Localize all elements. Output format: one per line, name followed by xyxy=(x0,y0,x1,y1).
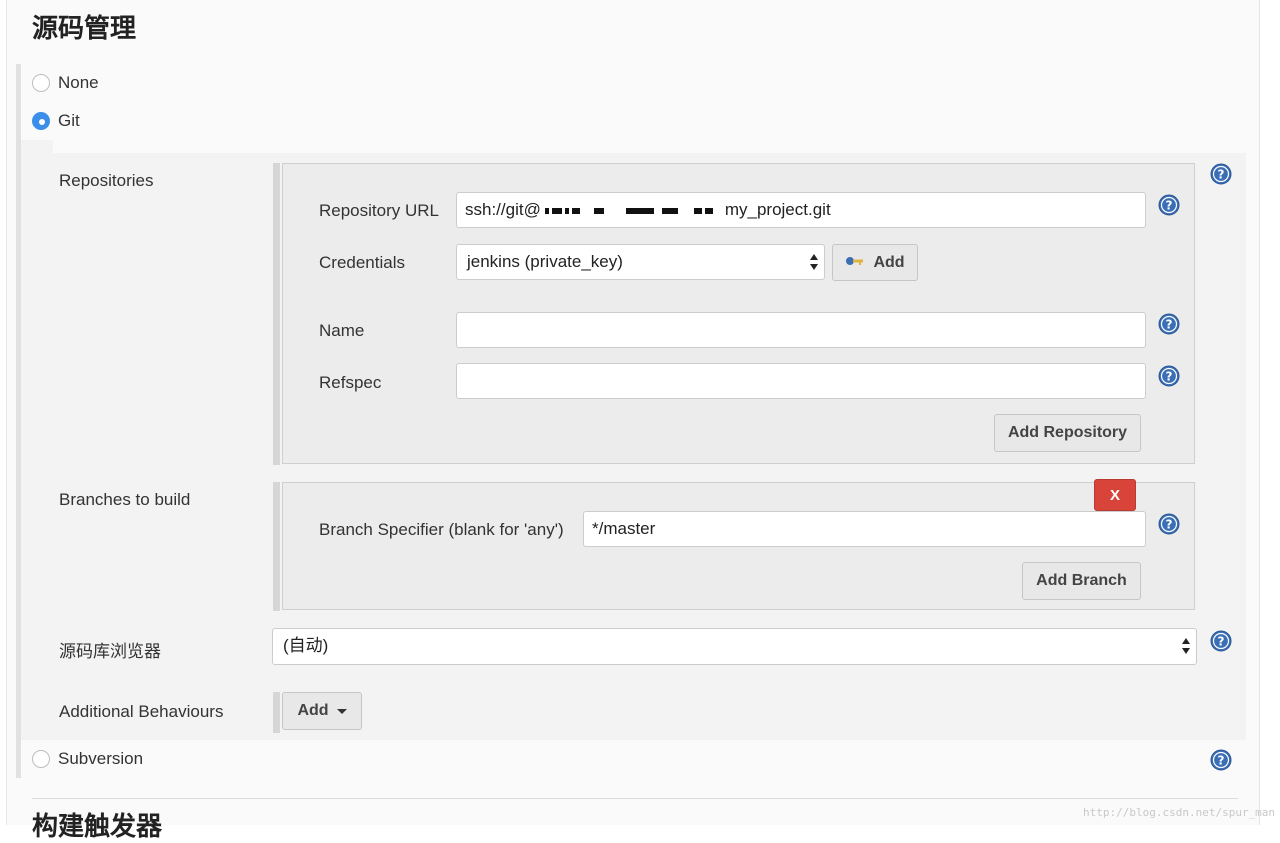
radio-none-label: None xyxy=(58,73,99,92)
svg-text:?: ? xyxy=(1218,168,1225,182)
radio-subversion-circle[interactable] xyxy=(32,750,50,768)
behaviours-bar xyxy=(273,692,280,733)
branches-label: Branches to build xyxy=(59,490,191,509)
subversion-help-icon[interactable]: ? xyxy=(1210,749,1232,771)
help-icon[interactable]: ? xyxy=(1158,194,1180,216)
name-input[interactable] xyxy=(456,312,1146,348)
add-behaviour-label: Add xyxy=(297,702,329,719)
repository-url-redacted xyxy=(541,193,725,227)
caret-down-icon xyxy=(336,708,347,714)
svg-text:?: ? xyxy=(1218,754,1225,768)
scm-radio-git[interactable]: Git xyxy=(32,111,80,131)
radio-git-label: Git xyxy=(58,111,80,130)
refspec-label: Refspec xyxy=(319,373,382,392)
help-icon[interactable]: ? xyxy=(1158,365,1180,387)
branch-specifier-label: Branch Specifier (blank for 'any') xyxy=(319,520,564,539)
help-icon[interactable]: ? xyxy=(1158,313,1180,335)
additional-behaviours-label: Additional Behaviours xyxy=(59,702,224,721)
repositories-bar xyxy=(273,163,280,465)
radio-subversion-label: Subversion xyxy=(58,749,144,768)
branch-specifier-input[interactable]: */master xyxy=(583,511,1146,547)
repository-browser-value: (自动) xyxy=(283,636,329,655)
svg-text:?: ? xyxy=(1218,635,1225,649)
credentials-label: Credentials xyxy=(319,253,405,272)
section-title: 源码管理 xyxy=(32,14,137,44)
add-behaviour-button[interactable]: Add xyxy=(282,692,362,730)
key-icon xyxy=(845,254,865,272)
help-icon[interactable]: ? xyxy=(1210,630,1232,652)
scm-radio-none[interactable]: None xyxy=(32,73,99,93)
repositories-label: Repositories xyxy=(59,171,154,190)
radio-git-circle[interactable] xyxy=(32,112,50,130)
add-branch-button[interactable]: Add Branch xyxy=(1022,562,1141,600)
repository-url-prefix: ssh://git@ xyxy=(465,200,541,219)
credentials-value: jenkins (private_key) xyxy=(467,252,623,271)
radio-none-circle[interactable] xyxy=(32,74,50,92)
select-arrows-icon xyxy=(810,254,818,270)
repository-url-label: Repository URL xyxy=(319,201,439,220)
svg-text:?: ? xyxy=(1166,199,1173,213)
branches-bar xyxy=(273,482,280,611)
add-branch-label: Add Branch xyxy=(1036,572,1127,589)
git-area-tab xyxy=(21,140,53,154)
select-arrows-icon xyxy=(1182,638,1190,654)
svg-text:?: ? xyxy=(1166,318,1173,332)
delete-branch-button[interactable]: X xyxy=(1094,479,1136,511)
name-label: Name xyxy=(319,321,365,340)
credentials-select[interactable]: jenkins (private_key) xyxy=(456,244,825,280)
repository-browser-select[interactable]: (自动) xyxy=(272,628,1197,665)
section-divider xyxy=(32,798,1238,799)
refspec-input[interactable] xyxy=(456,363,1146,399)
repositories-help-icon[interactable]: ? xyxy=(1210,163,1232,185)
add-credentials-button[interactable]: Add xyxy=(832,244,918,281)
scm-radio-subversion[interactable]: Subversion xyxy=(32,749,143,769)
repository-url-input[interactable]: ssh://git@ my_project.git xyxy=(456,192,1146,228)
add-repository-button[interactable]: Add Repository xyxy=(994,414,1141,452)
watermark: http://blog.csdn.net/spur_man xyxy=(1083,806,1276,819)
repository-url-suffix: my_project.git xyxy=(724,200,831,219)
svg-text:?: ? xyxy=(1166,370,1173,384)
help-icon[interactable]: ? xyxy=(1158,513,1180,535)
add-repository-label: Add Repository xyxy=(1007,424,1128,441)
repository-browser-label: 源码库浏览器 xyxy=(59,642,161,661)
svg-text:?: ? xyxy=(1166,518,1173,532)
add-credentials-label: Add xyxy=(873,253,905,271)
